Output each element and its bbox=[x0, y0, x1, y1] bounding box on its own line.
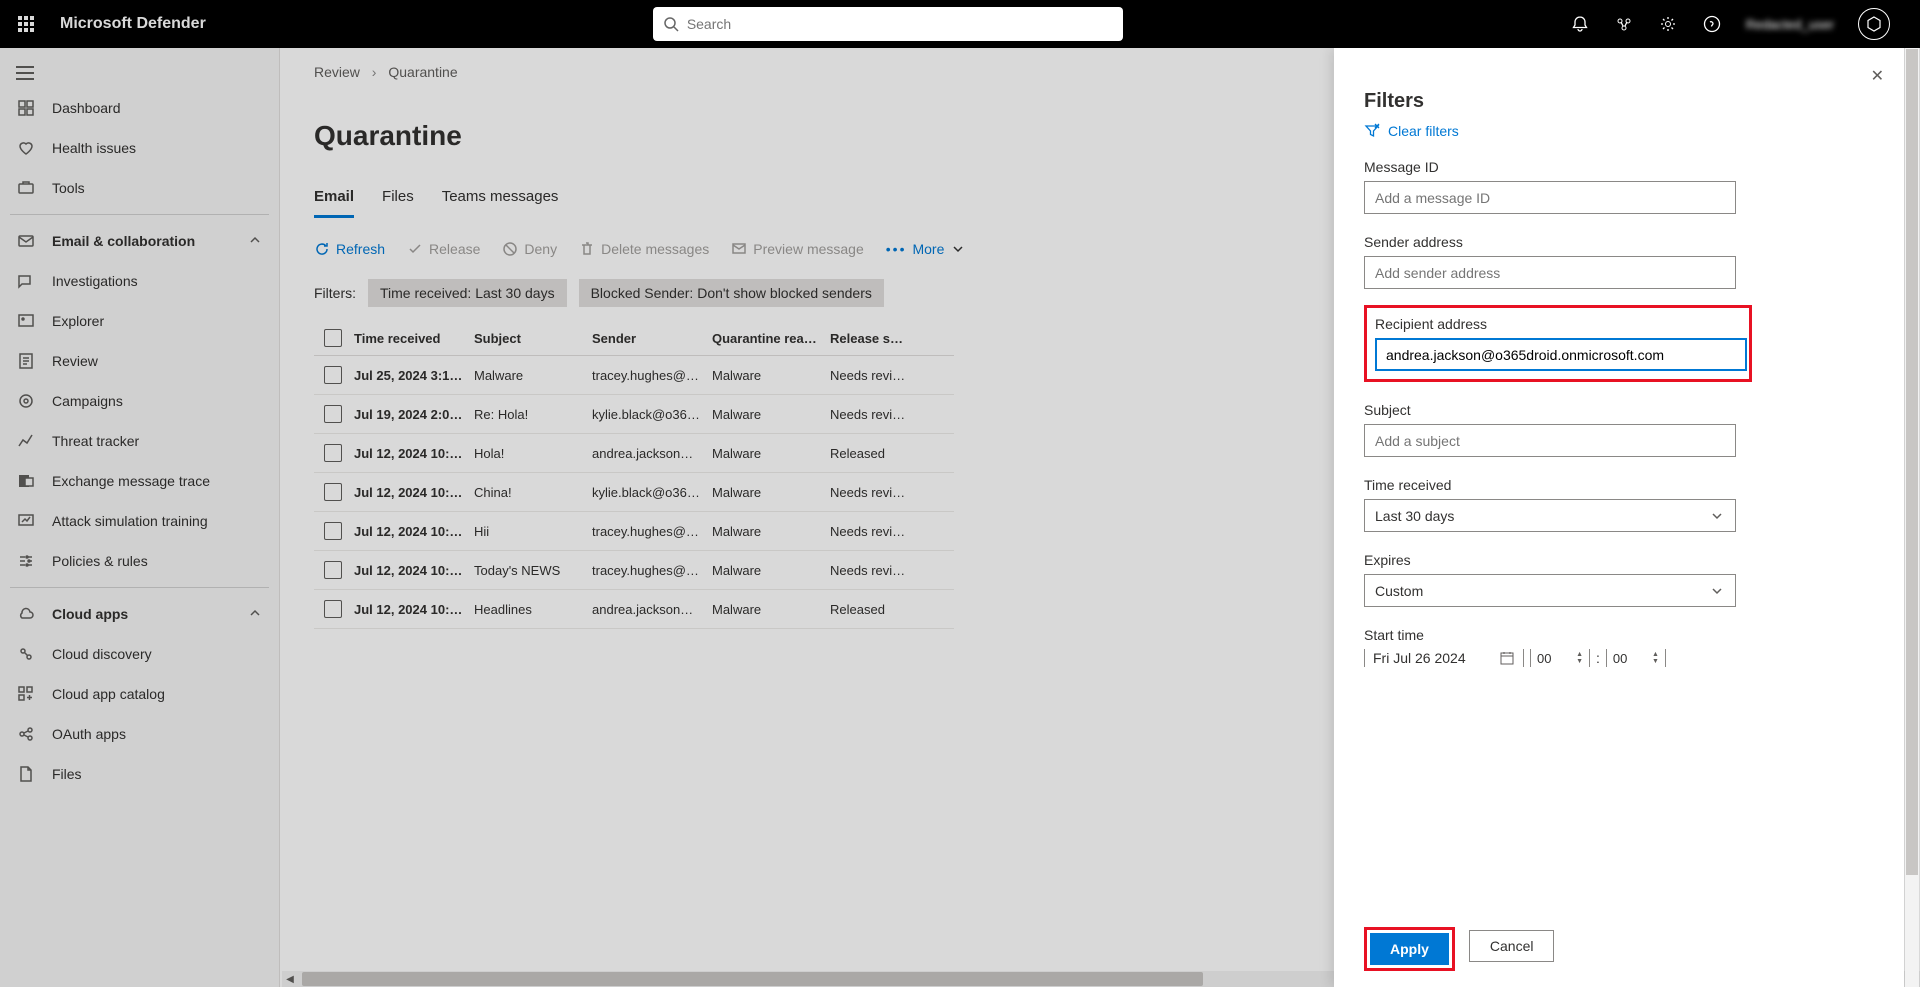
notifications-icon[interactable] bbox=[1570, 14, 1590, 34]
clear-filters-button[interactable]: Clear filters bbox=[1364, 123, 1874, 139]
page-scrollbar[interactable] bbox=[1905, 48, 1919, 987]
avatar[interactable] bbox=[1858, 8, 1890, 40]
global-search[interactable] bbox=[653, 7, 1123, 41]
cancel-button[interactable]: Cancel bbox=[1469, 930, 1555, 962]
start-minute-input[interactable]: 00▲▼ bbox=[1606, 649, 1666, 667]
filters-panel: ✕ Filters Clear filters Message ID Sende… bbox=[1334, 48, 1904, 987]
recipient-address-input[interactable] bbox=[1375, 338, 1747, 371]
apply-highlight: Apply bbox=[1364, 927, 1455, 971]
search-input[interactable] bbox=[687, 16, 1113, 32]
chevron-down-icon bbox=[1709, 508, 1725, 524]
recipient-address-label: Recipient address bbox=[1375, 316, 1741, 332]
subject-input[interactable] bbox=[1364, 424, 1736, 457]
select-value: Custom bbox=[1375, 583, 1423, 599]
panel-title: Filters bbox=[1364, 90, 1874, 113]
filter-clear-icon bbox=[1364, 123, 1380, 139]
start-time-label: Start time bbox=[1364, 627, 1874, 643]
chevron-down-icon bbox=[1709, 583, 1725, 599]
subject-label: Subject bbox=[1364, 402, 1874, 418]
top-bar: Microsoft Defender Redacted_user bbox=[0, 0, 1920, 48]
start-date-input[interactable]: Fri Jul 26 2024 bbox=[1364, 649, 1524, 667]
user-name: Redacted_user bbox=[1746, 17, 1834, 32]
select-value: Last 30 days bbox=[1375, 508, 1454, 524]
top-actions: Redacted_user bbox=[1570, 8, 1890, 40]
clear-filters-label: Clear filters bbox=[1388, 123, 1459, 139]
help-icon[interactable] bbox=[1702, 14, 1722, 34]
close-button[interactable]: ✕ bbox=[1871, 66, 1884, 86]
expires-select[interactable]: Custom bbox=[1364, 574, 1736, 607]
message-id-input[interactable] bbox=[1364, 181, 1736, 214]
search-icon bbox=[663, 16, 679, 32]
time-received-select[interactable]: Last 30 days bbox=[1364, 499, 1736, 532]
calendar-icon bbox=[1499, 650, 1515, 666]
sidebar: Dashboard Health issues Tools Email & co… bbox=[0, 48, 280, 987]
sender-address-label: Sender address bbox=[1364, 234, 1874, 250]
apply-button[interactable]: Apply bbox=[1370, 933, 1449, 965]
date-value: Fri Jul 26 2024 bbox=[1373, 650, 1466, 666]
time-received-label: Time received bbox=[1364, 477, 1874, 493]
sender-address-input[interactable] bbox=[1364, 256, 1736, 289]
start-hour-input[interactable]: 00▲▼ bbox=[1530, 649, 1590, 667]
expires-label: Expires bbox=[1364, 552, 1874, 568]
recipient-highlight: Recipient address bbox=[1364, 305, 1752, 382]
message-id-label: Message ID bbox=[1364, 159, 1874, 175]
settings-icon[interactable] bbox=[1658, 14, 1678, 34]
main-content: Review › Quarantine Quarantine Email Fil… bbox=[280, 48, 1920, 987]
community-icon[interactable] bbox=[1614, 14, 1634, 34]
